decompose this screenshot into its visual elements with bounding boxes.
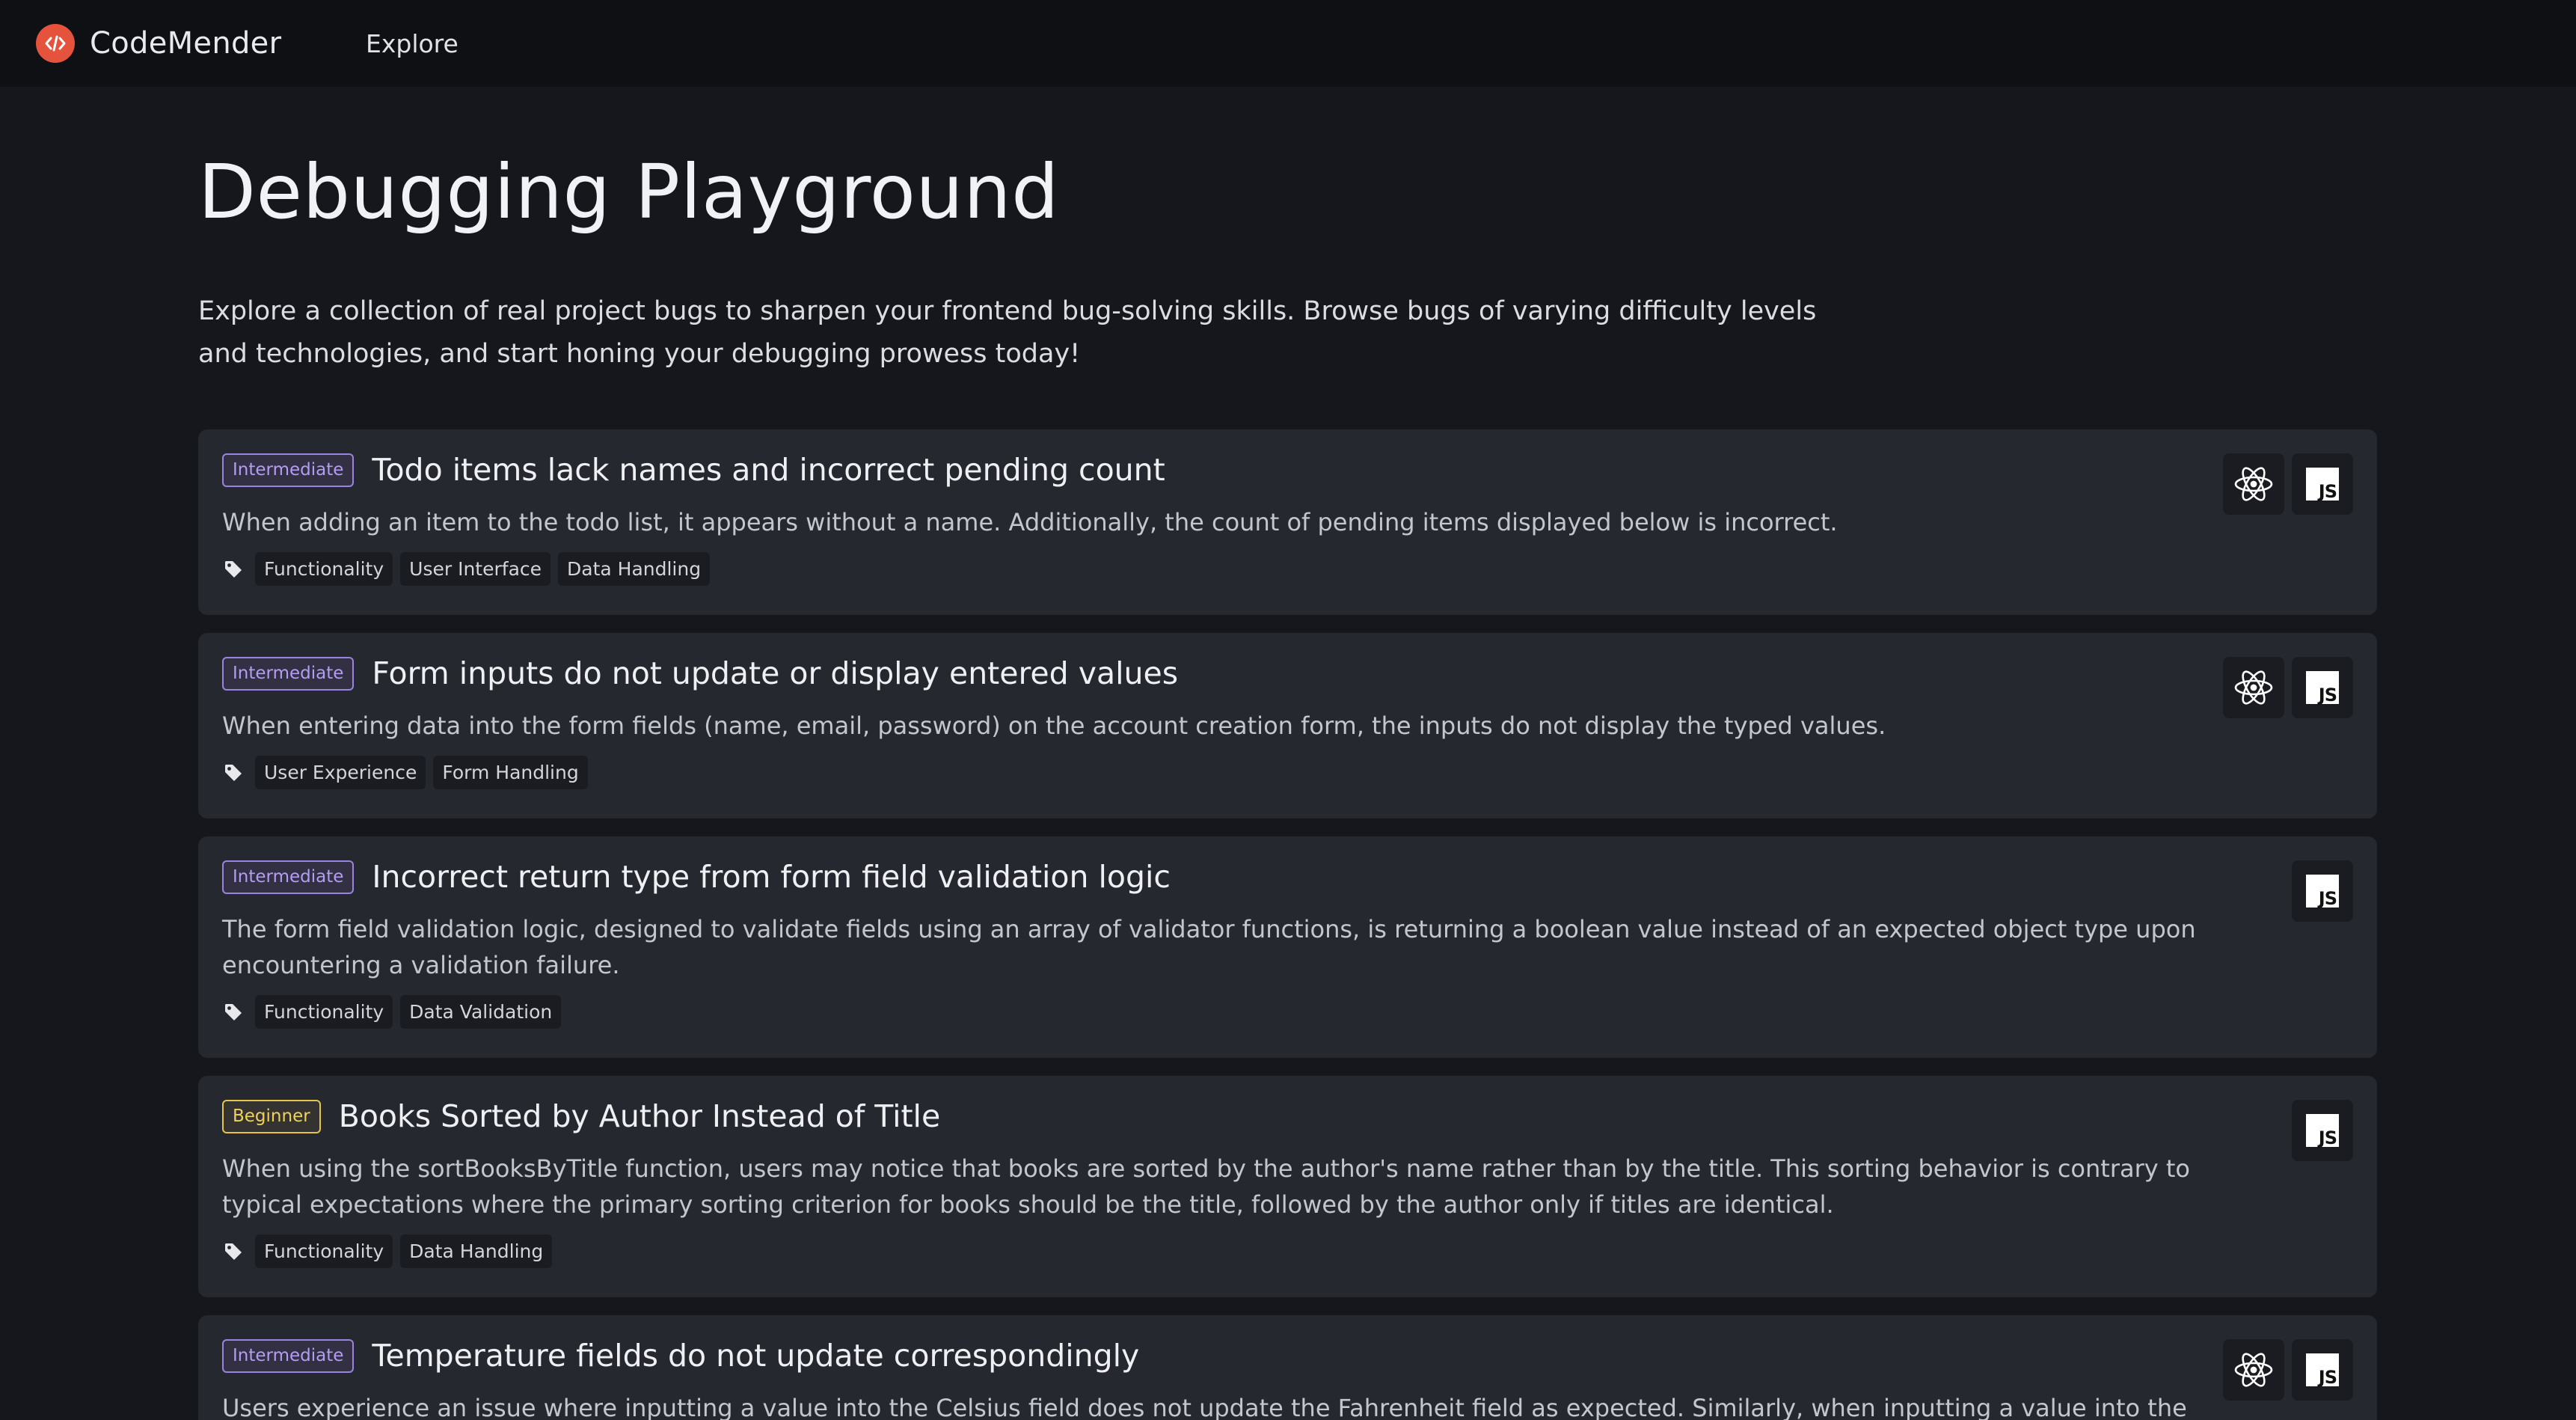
bug-description: When adding an item to the todo list, it… (222, 508, 1838, 536)
tag-list: User Experience Form Handling (222, 756, 588, 789)
nav-explore-link[interactable]: Explore (366, 0, 459, 87)
bug-title[interactable]: Form inputs do not update or display ent… (372, 655, 1178, 691)
code-brackets-icon (36, 24, 75, 63)
difficulty-badge: Beginner (222, 1099, 321, 1133)
javascript-icon: JS (2292, 453, 2353, 515)
tag[interactable]: Data Handling (558, 552, 711, 586)
bug-title[interactable]: Temperature fields do not update corresp… (372, 1338, 1139, 1374)
tag[interactable]: Functionality (255, 552, 393, 586)
card-header: Intermediate Incorrect return type from … (222, 859, 1171, 895)
card-header: Intermediate Temperature fields do not u… (222, 1338, 1139, 1374)
tech-stack: JS (2292, 1100, 2353, 1161)
difficulty-badge: Intermediate (222, 1338, 355, 1373)
tag-list: Functionality Data Validation (222, 995, 562, 1029)
difficulty-badge: Intermediate (222, 453, 355, 487)
javascript-icon: JS (2292, 1100, 2353, 1161)
tag[interactable]: Data Handling (400, 1234, 553, 1268)
tag-icon (222, 762, 245, 784)
tag-icon (222, 1240, 245, 1263)
react-icon (2223, 1339, 2284, 1401)
bug-description: When using the sortBooksByTitle function… (222, 1154, 2190, 1219)
tag-list: Functionality Data Handling (222, 1234, 553, 1268)
card-header: Beginner Books Sorted by Author Instead … (222, 1098, 940, 1134)
brand-home-link[interactable]: CodeMender (36, 0, 281, 87)
javascript-icon: JS (2292, 860, 2353, 922)
bug-card[interactable]: Intermediate Incorrect return type from … (198, 836, 2377, 1058)
page-intro: Explore a collection of real project bug… (198, 296, 1817, 369)
bug-title[interactable]: Incorrect return type from form field va… (372, 859, 1171, 895)
bug-card[interactable]: Intermediate Temperature fields do not u… (198, 1315, 2377, 1420)
tag[interactable]: User Interface (400, 552, 551, 586)
tech-stack: JS (2223, 657, 2353, 718)
tag[interactable]: Data Validation (400, 995, 562, 1029)
top-navigation-bar: CodeMender Explore (0, 0, 2576, 87)
bug-description: When entering data into the form fields … (222, 711, 1886, 740)
react-icon (2223, 657, 2284, 718)
difficulty-badge: Intermediate (222, 656, 355, 691)
tag-list: Functionality User Interface Data Handli… (222, 552, 711, 586)
bug-description: Users experience an issue where inputtin… (222, 1394, 2187, 1420)
react-icon (2223, 453, 2284, 515)
tag[interactable]: Functionality (255, 995, 393, 1029)
bug-card[interactable]: Beginner Books Sorted by Author Instead … (198, 1076, 2377, 1297)
tag-icon (222, 558, 245, 581)
card-header: Intermediate Form inputs do not update o… (222, 655, 1178, 691)
tech-stack: JS (2223, 453, 2353, 515)
bug-title[interactable]: Todo items lack names and incorrect pend… (372, 452, 1165, 488)
difficulty-badge: Intermediate (222, 860, 355, 894)
javascript-icon: JS (2292, 1339, 2353, 1401)
card-header: Intermediate Todo items lack names and i… (222, 452, 1165, 488)
tag-icon (222, 1001, 245, 1023)
bug-description: The form field validation logic, designe… (222, 915, 2196, 979)
tech-stack: JS (2292, 860, 2353, 922)
page-title: Debugging Playground (198, 148, 1060, 236)
bug-title[interactable]: Books Sorted by Author Instead of Title (339, 1098, 941, 1134)
javascript-icon: JS (2292, 657, 2353, 718)
tech-stack: JS (2223, 1339, 2353, 1401)
tag[interactable]: Form Handling (433, 756, 588, 789)
bug-card[interactable]: Intermediate Todo items lack names and i… (198, 429, 2377, 615)
tag[interactable]: User Experience (255, 756, 426, 789)
brand-name: CodeMender (90, 26, 282, 61)
bug-card[interactable]: Intermediate Form inputs do not update o… (198, 633, 2377, 818)
tag[interactable]: Functionality (255, 1234, 393, 1268)
